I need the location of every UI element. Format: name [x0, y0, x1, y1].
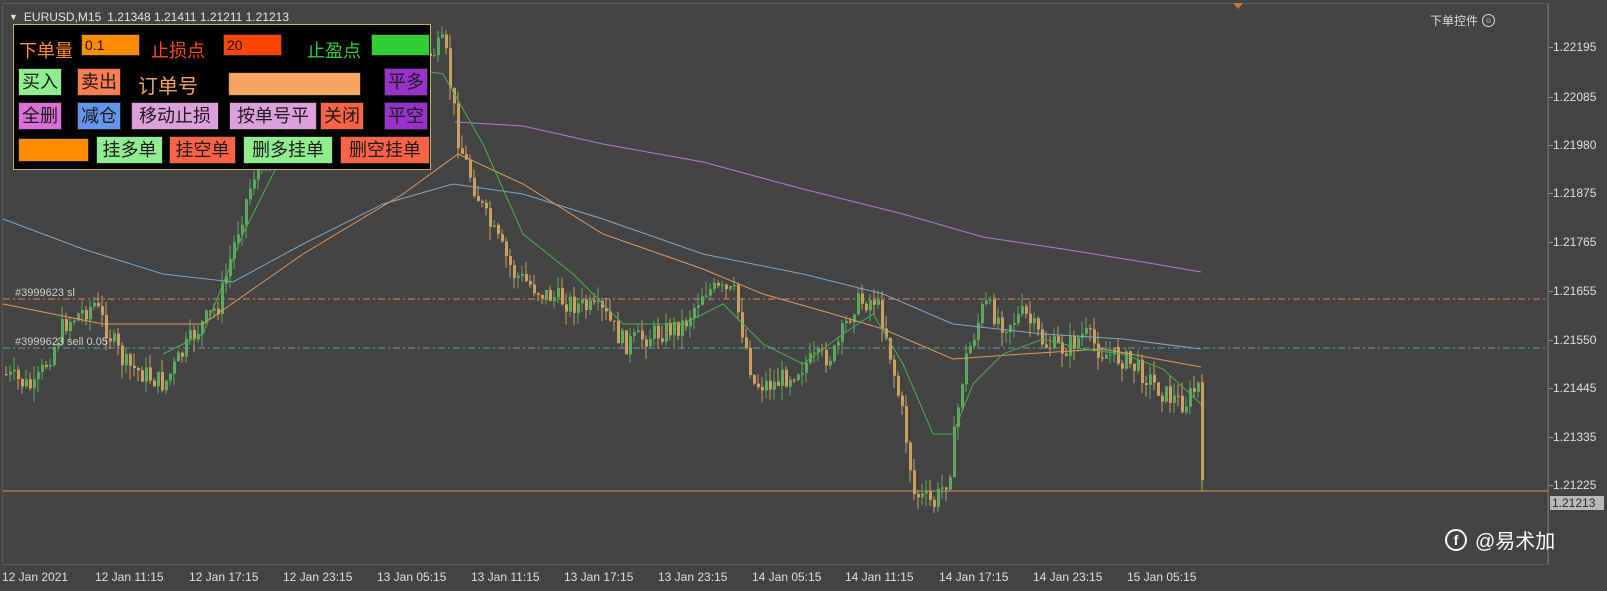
- take-profit-label: 止盈点: [307, 41, 361, 61]
- order-control-label: 下单控件: [1429, 14, 1478, 28]
- trailing-stop-button[interactable]: 移动止损: [131, 102, 219, 130]
- watermark-text: @易术加: [1475, 531, 1556, 553]
- reduce-position-button[interactable]: 减仓: [77, 102, 121, 130]
- time-label: 14 Jan 11:15: [845, 570, 914, 584]
- take-profit-input[interactable]: [371, 34, 430, 56]
- price-label: 1.21655: [1553, 284, 1597, 298]
- lot-size-input[interactable]: 0.1: [81, 34, 140, 56]
- price-label: 1.22085: [1553, 90, 1597, 104]
- close-long-button[interactable]: 平多: [384, 68, 428, 96]
- time-label: 14 Jan 05:15: [752, 570, 822, 584]
- price-label: 1.21335: [1553, 430, 1597, 444]
- time-axis[interactable]: 12 Jan 2021 12 Jan 11:15 12 Jan 17:15 12…: [2, 565, 1548, 591]
- time-label: 13 Jan 23:15: [658, 570, 728, 584]
- time-label: 14 Jan 23:15: [1033, 570, 1103, 584]
- ticket-input[interactable]: [228, 72, 361, 96]
- trade-panel: 下单量 0.1 止损点 20 止盈点 买入 卖出 订单号 平多 全删 减仓 移动…: [13, 24, 431, 170]
- sell-order-label: #3999623 sell 0.05: [15, 336, 108, 348]
- time-label: 13 Jan 17:15: [564, 570, 634, 584]
- feather-icon: f: [1445, 528, 1467, 551]
- watermark: f @易术加: [1445, 525, 1555, 554]
- shift-marker-icon[interactable]: [1233, 3, 1243, 9]
- chart-menu-triangle-icon[interactable]: ▼: [9, 12, 18, 22]
- current-price-label: 1.21213: [1550, 496, 1604, 510]
- smile-icon[interactable]: ☺: [1482, 14, 1495, 27]
- price-label: 1.21225: [1553, 478, 1597, 492]
- buy-button[interactable]: 买入: [18, 68, 62, 96]
- price-label: 1.21550: [1553, 333, 1597, 347]
- buy-limit-button[interactable]: 挂多单: [96, 136, 163, 164]
- time-label: 13 Jan 11:15: [471, 570, 540, 584]
- close-panel-button[interactable]: 关闭: [320, 102, 364, 130]
- delete-sell-pending-button[interactable]: 删空挂单: [340, 136, 430, 164]
- time-label: 12 Jan 2021: [2, 570, 69, 584]
- ma-slow-line: [454, 121, 1202, 273]
- ohlc-values: 1.21348 1.21411 1.21211 1.21213: [107, 10, 290, 24]
- sell-button[interactable]: 卖出: [77, 68, 121, 96]
- close-by-ticket-button[interactable]: 按单号平: [229, 102, 317, 130]
- time-label: 12 Jan 17:15: [189, 570, 259, 584]
- ticket-label: 订单号: [138, 76, 198, 98]
- lot-size-label: 下单量: [19, 41, 73, 61]
- time-label: 13 Jan 05:15: [377, 570, 447, 584]
- stop-loss-input[interactable]: 20: [223, 34, 282, 56]
- time-label: 15 Jan 05:15: [1127, 570, 1197, 584]
- delete-buy-pending-button[interactable]: 删多挂单: [243, 136, 333, 164]
- price-label: 1.21765: [1553, 235, 1597, 249]
- close-short-button[interactable]: 平空: [384, 102, 428, 130]
- time-label: 14 Jan 17:15: [939, 570, 1009, 584]
- symbol-header: ▼ EURUSD,M15 1.21348 1.21411 1.21211 1.2…: [9, 10, 289, 24]
- price-label: 1.21445: [1553, 381, 1597, 395]
- time-label: 12 Jan 11:15: [95, 570, 164, 584]
- pending-price-input[interactable]: [18, 138, 89, 162]
- price-label: 1.22195: [1553, 40, 1597, 54]
- delete-all-button[interactable]: 全删: [18, 102, 62, 130]
- symbol-name: EURUSD,M15: [23, 10, 102, 24]
- price-label: 1.21875: [1553, 186, 1597, 200]
- price-label: 1.21980: [1553, 138, 1597, 152]
- price-axis[interactable]: 1.22195 1.22085 1.21980 1.21875 1.21765 …: [1548, 3, 1607, 565]
- order-control-toggle[interactable]: 下单控件 ☺: [1430, 12, 1495, 29]
- ma-orange-line: [3, 153, 1202, 368]
- time-label: 12 Jan 23:15: [283, 570, 353, 584]
- sl-order-label: #3999623 sl: [15, 287, 75, 299]
- stop-loss-label: 止损点: [151, 41, 205, 61]
- sell-limit-button[interactable]: 挂空单: [169, 136, 236, 164]
